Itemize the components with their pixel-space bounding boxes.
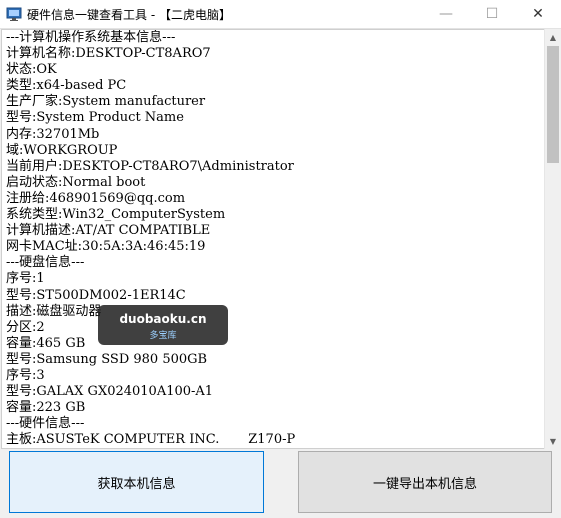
info-line: 容量:223 GB [6,400,86,416]
minimize-button[interactable]: — [423,0,469,28]
vertical-scrollbar[interactable]: ▲ ▼ [544,29,561,449]
get-info-button[interactable]: 获取本机信息 [9,451,264,513]
info-line: 序号:1 [6,271,45,287]
scrollbar-thumb[interactable] [547,46,559,163]
info-textbox[interactable]: ---计算机操作系统基本信息--- 计算机名称:DESKTOP-CT8ARO7 状态… [1,29,545,449]
info-line: 型号:GALAX GX024010A100-A1 [6,384,214,400]
info-line: 型号:System Product Name [6,110,184,126]
chevron-down-icon[interactable]: ▼ [545,433,561,449]
export-info-button[interactable]: 一键导出本机信息 [298,451,552,513]
info-line: 网卡MAC址:30:5A:3A:46:45:19 [6,239,206,255]
maximize-button[interactable]: ☐ [469,0,515,28]
info-line: 域:WORKGROUP [6,142,118,158]
info-line: 主板:ASUSTeK COMPUTER INC. Z170-P [6,432,296,448]
info-line: ---计算机操作系统基本信息--- [6,30,176,45]
info-line: 状态:OK [6,62,57,78]
info-line: 型号:Samsung SSD 980 500GB [6,351,208,367]
watermark-badge: duobaoku.cn 多宝库 [98,305,228,345]
info-line: ---硬件信息--- [6,416,85,432]
info-line: 内存:32701Mb [6,126,100,142]
info-line: 型号:ST500DM002-1ER14C [6,287,186,303]
window-title: 硬件信息一键查看工具 - 【二虎电脑】 [27,8,231,22]
info-line: 系统类型:Win32_ComputerSystem [6,207,226,223]
title-bar: 硬件信息一键查看工具 - 【二虎电脑】 — ☐ ✕ [0,0,561,29]
info-line: 类型:x64-based PC [6,78,127,94]
app-icon [6,6,22,22]
info-line: 计算机名称:DESKTOP-CT8ARO7 [6,46,211,62]
info-line: 注册给:468901569@qq.com [6,190,186,206]
watermark-site: duobaoku.cn [119,312,207,326]
info-text-lines: ---计算机操作系统基本信息--- 计算机名称:DESKTOP-CT8ARO7 状态… [6,30,295,448]
info-line: 当前用户:DESKTOP-CT8ARO7\Administrator [6,158,294,174]
chevron-up-icon[interactable]: ▲ [545,29,561,45]
watermark-name: 多宝库 [149,331,177,341]
info-line: 启动状态:Normal boot [6,174,146,190]
info-line: 生产厂家:System manufacturer [6,94,206,110]
close-button[interactable]: ✕ [515,0,561,28]
info-line: 序号:3 [6,367,45,383]
info-line: ---硬盘信息--- [6,255,85,271]
info-line: 计算机描述:AT/AT COMPATIBLE [6,223,211,239]
